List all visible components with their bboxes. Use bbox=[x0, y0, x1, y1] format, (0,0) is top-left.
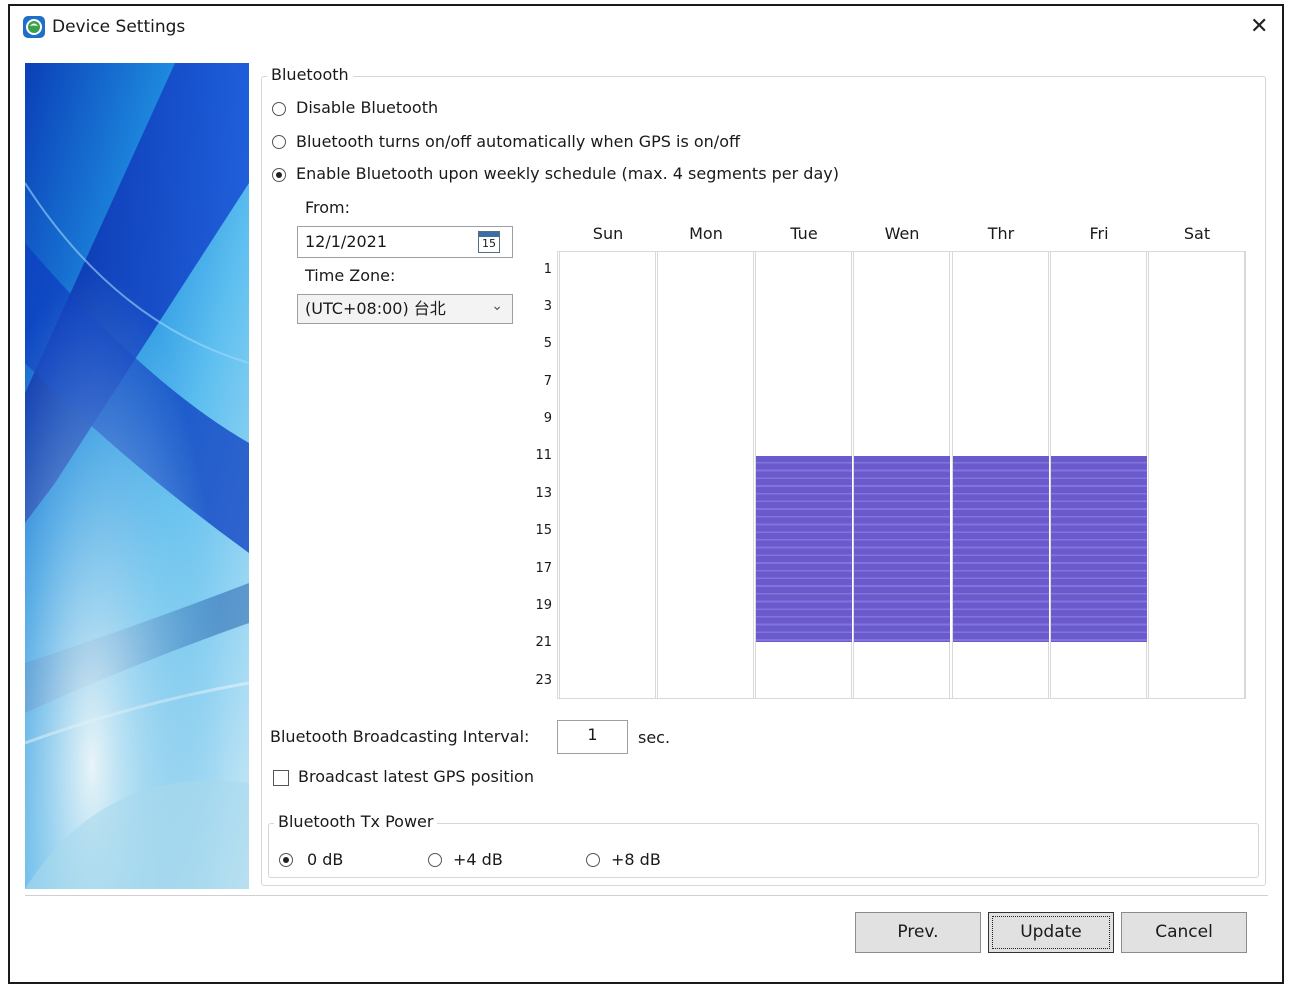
hour-label: 21 bbox=[535, 635, 552, 650]
prev-button[interactable]: Prev. bbox=[855, 912, 981, 953]
window-title: Device Settings bbox=[52, 17, 186, 37]
close-icon[interactable]: ✕ bbox=[1250, 16, 1268, 38]
hour-label: 7 bbox=[543, 374, 552, 389]
from-date-value: 12/1/2021 bbox=[305, 232, 388, 251]
broadcast-gps-label[interactable]: Broadcast latest GPS position bbox=[298, 767, 534, 787]
broadcast-interval-label: Bluetooth Broadcasting Interval: bbox=[270, 727, 530, 746]
hour-label: 15 bbox=[535, 523, 552, 538]
day-header-fri: Fri bbox=[1089, 224, 1109, 243]
schedule-day-column-mon[interactable] bbox=[657, 252, 754, 698]
tx-power-group-title: Bluetooth Tx Power bbox=[274, 812, 438, 832]
hour-label: 19 bbox=[535, 598, 552, 613]
day-header-mon: Mon bbox=[689, 224, 723, 243]
timezone-select[interactable]: (UTC+08:00) 台北 ⌄ bbox=[297, 294, 513, 324]
broadcast-gps-checkbox[interactable] bbox=[273, 770, 289, 786]
timezone-label: Time Zone: bbox=[305, 266, 396, 285]
schedule-block-fri[interactable] bbox=[1051, 456, 1147, 642]
schedule-block-thr[interactable] bbox=[953, 456, 1049, 642]
calendar-icon[interactable]: 15 bbox=[478, 231, 500, 253]
hour-label: 17 bbox=[535, 561, 552, 576]
auto-bluetooth-label[interactable]: Bluetooth turns on/off automatically whe… bbox=[296, 132, 740, 152]
tx-power-0db-label[interactable]: 0 dB bbox=[307, 850, 343, 870]
from-label: From: bbox=[305, 198, 351, 217]
hour-label: 1 bbox=[543, 262, 552, 277]
disable-bluetooth-radio[interactable] bbox=[272, 102, 286, 116]
tx-power-8db-radio[interactable] bbox=[586, 853, 600, 867]
day-header-tue: Tue bbox=[790, 224, 818, 243]
tx-power-8db-label[interactable]: +8 dB bbox=[611, 850, 661, 870]
tx-power-0db-radio[interactable] bbox=[279, 853, 293, 867]
schedule-bluetooth-radio[interactable] bbox=[272, 168, 286, 182]
side-banner-image bbox=[25, 63, 249, 889]
timezone-value: (UTC+08:00) 台北 bbox=[305, 299, 446, 318]
schedule-block-wen[interactable] bbox=[854, 456, 950, 642]
day-header-sat: Sat bbox=[1183, 224, 1211, 243]
broadcast-interval-value: 1 bbox=[587, 725, 598, 744]
broadcast-interval-input[interactable]: 1 bbox=[557, 720, 628, 754]
hour-label: 13 bbox=[535, 486, 552, 501]
update-button[interactable]: Update bbox=[988, 912, 1114, 953]
day-header-sun: Sun bbox=[592, 224, 624, 243]
app-icon bbox=[22, 15, 46, 39]
broadcast-interval-unit: sec. bbox=[638, 728, 671, 747]
footer-divider bbox=[25, 895, 1268, 896]
schedule-day-column-sun[interactable] bbox=[559, 252, 656, 698]
calendar-day: 15 bbox=[482, 237, 496, 250]
auto-bluetooth-radio[interactable] bbox=[272, 135, 286, 149]
hour-label: 9 bbox=[543, 411, 552, 426]
day-header-wen: Wen bbox=[884, 224, 920, 243]
tx-power-4db-radio[interactable] bbox=[428, 853, 442, 867]
hour-label: 3 bbox=[543, 299, 552, 314]
tx-power-4db-label[interactable]: +4 dB bbox=[453, 850, 503, 870]
schedule-block-tue[interactable] bbox=[756, 456, 852, 642]
cancel-button[interactable]: Cancel bbox=[1121, 912, 1247, 953]
schedule-bluetooth-label[interactable]: Enable Bluetooth upon weekly schedule (m… bbox=[296, 164, 839, 184]
chevron-down-icon: ⌄ bbox=[491, 298, 503, 314]
schedule-day-column-sat[interactable] bbox=[1148, 252, 1245, 698]
hour-label: 23 bbox=[535, 673, 552, 688]
hour-label: 5 bbox=[543, 336, 552, 351]
day-header-thr: Thr bbox=[987, 224, 1015, 243]
bluetooth-group-title: Bluetooth bbox=[267, 65, 353, 85]
hour-label: 11 bbox=[535, 448, 552, 463]
disable-bluetooth-label[interactable]: Disable Bluetooth bbox=[296, 98, 438, 118]
